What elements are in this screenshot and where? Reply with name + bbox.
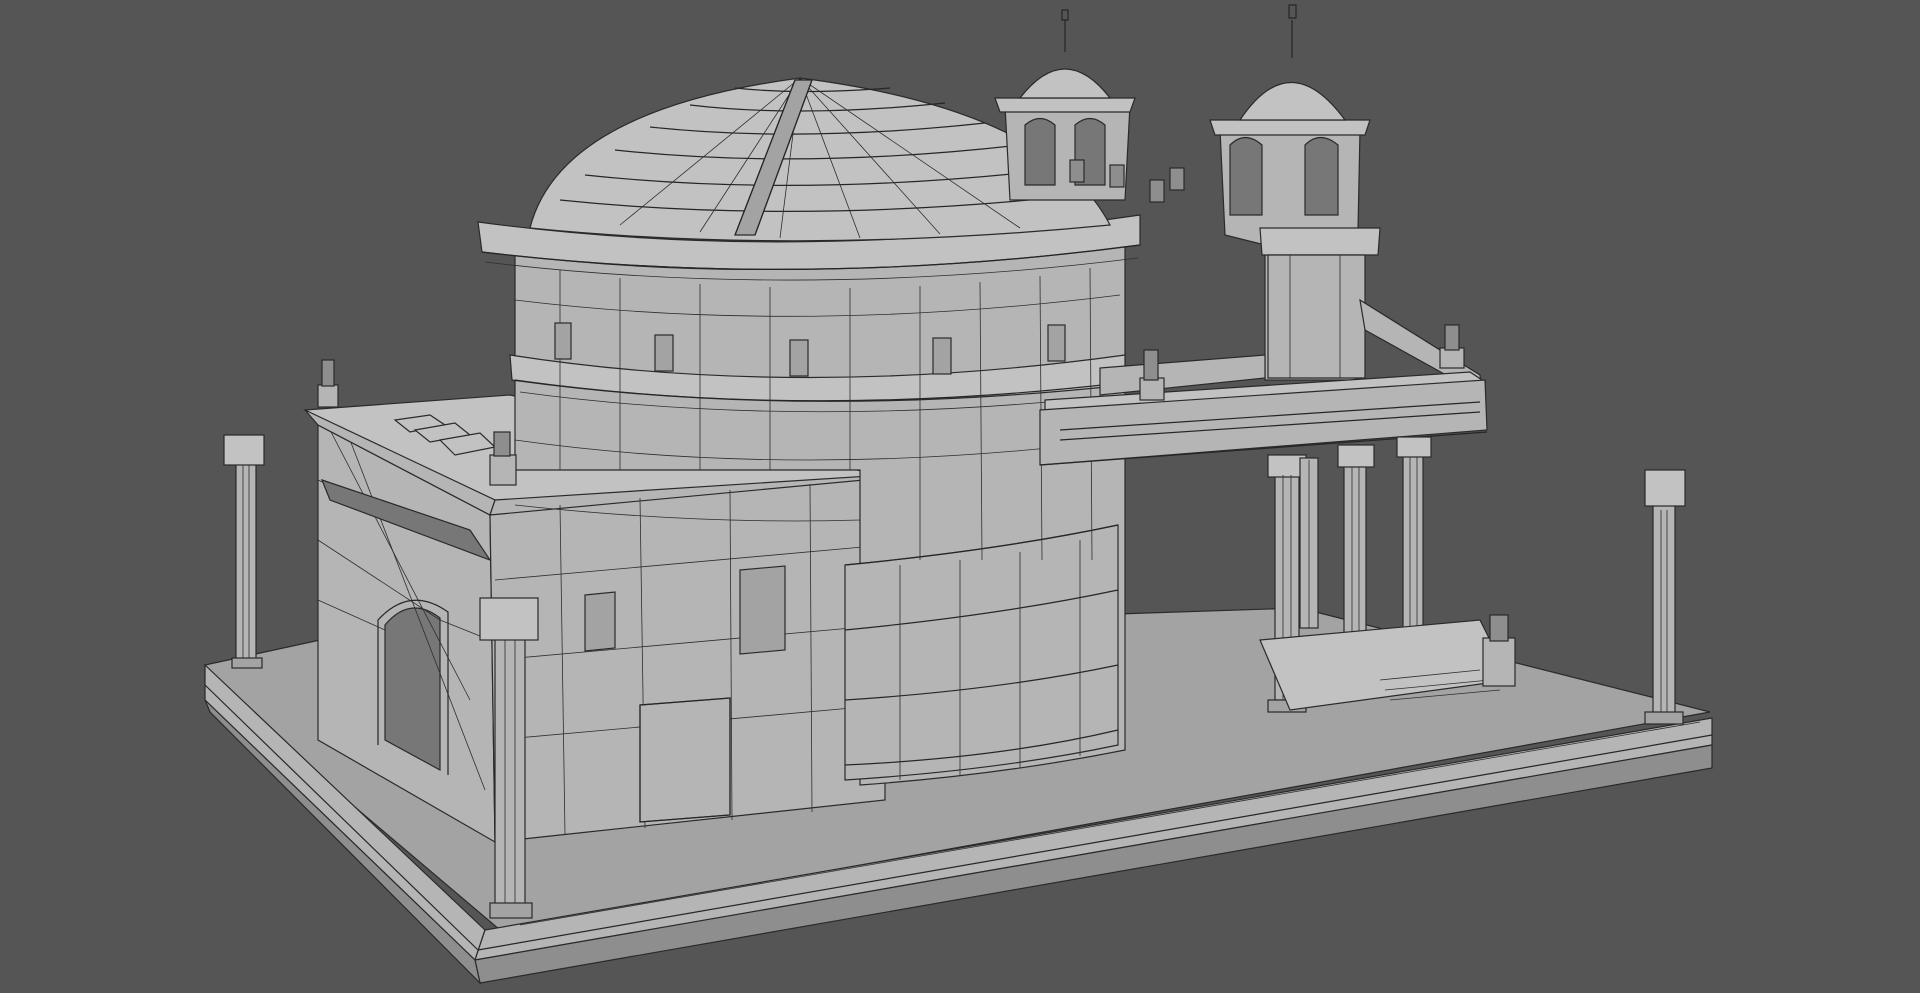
bell-tower-right (1209, 4, 1381, 381)
free-column-left-rear (223, 434, 265, 669)
temple-model-render (204, 4, 1713, 985)
portico-column-4 (1299, 457, 1319, 629)
free-column-right (1644, 469, 1686, 725)
3d-viewport[interactable] (0, 0, 1920, 993)
